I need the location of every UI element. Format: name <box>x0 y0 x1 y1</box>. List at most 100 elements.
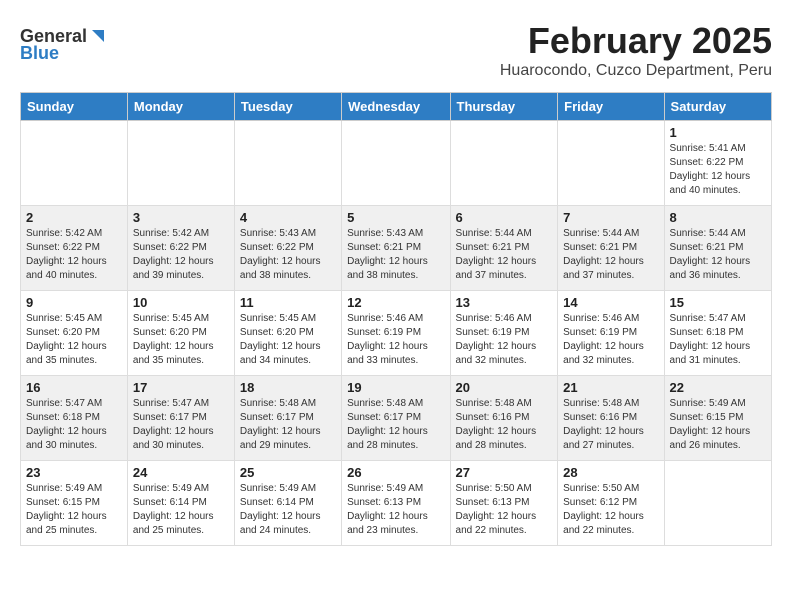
calendar-cell: 19 Sunrise: 5:48 AM Sunset: 6:17 PM Dayli… <box>342 376 450 461</box>
day-info: Sunrise: 5:49 AM Sunset: 6:14 PM Dayligh… <box>133 482 229 538</box>
day-number: 22 <box>670 380 766 395</box>
day-info: Sunrise: 5:49 AM Sunset: 6:14 PM Dayligh… <box>240 482 336 538</box>
day-info: Sunrise: 5:42 AM Sunset: 6:22 PM Dayligh… <box>26 227 122 283</box>
calendar-cell: 24 Sunrise: 5:49 AM Sunset: 6:14 PM Dayli… <box>127 461 234 546</box>
day-info: Sunrise: 5:46 AM Sunset: 6:19 PM Dayligh… <box>347 312 444 368</box>
weekday-header-monday: Monday <box>127 93 234 121</box>
day-info: Sunrise: 5:46 AM Sunset: 6:19 PM Dayligh… <box>456 312 553 368</box>
day-number: 23 <box>26 465 122 480</box>
day-info: Sunrise: 5:49 AM Sunset: 6:15 PM Dayligh… <box>26 482 122 538</box>
day-number: 20 <box>456 380 553 395</box>
day-info: Sunrise: 5:48 AM Sunset: 6:16 PM Dayligh… <box>563 397 658 453</box>
day-number: 4 <box>240 210 336 225</box>
calendar-cell: 22 Sunrise: 5:49 AM Sunset: 6:15 PM Dayli… <box>664 376 771 461</box>
calendar-cell: 7 Sunrise: 5:44 AM Sunset: 6:21 PM Daylig… <box>558 206 664 291</box>
calendar-cell: 12 Sunrise: 5:46 AM Sunset: 6:19 PM Dayli… <box>342 291 450 376</box>
calendar-cell: 25 Sunrise: 5:49 AM Sunset: 6:14 PM Dayli… <box>234 461 341 546</box>
calendar-cell: 2 Sunrise: 5:42 AM Sunset: 6:22 PM Daylig… <box>21 206 128 291</box>
logo: General Blue <box>20 26 104 64</box>
day-number: 7 <box>563 210 658 225</box>
day-number: 6 <box>456 210 553 225</box>
logo-blue-text: Blue <box>20 43 59 64</box>
day-number: 25 <box>240 465 336 480</box>
day-number: 13 <box>456 295 553 310</box>
calendar-cell: 8 Sunrise: 5:44 AM Sunset: 6:21 PM Daylig… <box>664 206 771 291</box>
calendar-cell: 23 Sunrise: 5:49 AM Sunset: 6:15 PM Dayli… <box>21 461 128 546</box>
calendar-cell: 18 Sunrise: 5:48 AM Sunset: 6:17 PM Dayli… <box>234 376 341 461</box>
calendar-cell <box>558 121 664 206</box>
calendar-cell <box>127 121 234 206</box>
logo-triangle-icon <box>88 28 104 44</box>
day-info: Sunrise: 5:45 AM Sunset: 6:20 PM Dayligh… <box>240 312 336 368</box>
calendar-cell: 10 Sunrise: 5:45 AM Sunset: 6:20 PM Dayli… <box>127 291 234 376</box>
day-number: 24 <box>133 465 229 480</box>
day-number: 2 <box>26 210 122 225</box>
day-number: 14 <box>563 295 658 310</box>
day-number: 3 <box>133 210 229 225</box>
day-info: Sunrise: 5:42 AM Sunset: 6:22 PM Dayligh… <box>133 227 229 283</box>
calendar-cell: 5 Sunrise: 5:43 AM Sunset: 6:21 PM Daylig… <box>342 206 450 291</box>
day-info: Sunrise: 5:50 AM Sunset: 6:13 PM Dayligh… <box>456 482 553 538</box>
day-info: Sunrise: 5:48 AM Sunset: 6:17 PM Dayligh… <box>347 397 444 453</box>
weekday-header-wednesday: Wednesday <box>342 93 450 121</box>
day-info: Sunrise: 5:45 AM Sunset: 6:20 PM Dayligh… <box>26 312 122 368</box>
calendar-cell: 13 Sunrise: 5:46 AM Sunset: 6:19 PM Dayli… <box>450 291 558 376</box>
day-info: Sunrise: 5:47 AM Sunset: 6:18 PM Dayligh… <box>670 312 766 368</box>
calendar-cell <box>234 121 341 206</box>
calendar-cell: 15 Sunrise: 5:47 AM Sunset: 6:18 PM Dayli… <box>664 291 771 376</box>
calendar-cell: 14 Sunrise: 5:46 AM Sunset: 6:19 PM Dayli… <box>558 291 664 376</box>
calendar-cell: 9 Sunrise: 5:45 AM Sunset: 6:20 PM Daylig… <box>21 291 128 376</box>
day-number: 26 <box>347 465 444 480</box>
calendar-cell <box>450 121 558 206</box>
weekday-header-friday: Friday <box>558 93 664 121</box>
calendar-header: February 2025 Huarocondo, Cuzco Departme… <box>20 20 772 80</box>
day-info: Sunrise: 5:45 AM Sunset: 6:20 PM Dayligh… <box>133 312 229 368</box>
day-info: Sunrise: 5:46 AM Sunset: 6:19 PM Dayligh… <box>563 312 658 368</box>
day-info: Sunrise: 5:49 AM Sunset: 6:15 PM Dayligh… <box>670 397 766 453</box>
day-number: 10 <box>133 295 229 310</box>
calendar-cell: 1 Sunrise: 5:41 AM Sunset: 6:22 PM Daylig… <box>664 121 771 206</box>
calendar-cell: 17 Sunrise: 5:47 AM Sunset: 6:17 PM Dayli… <box>127 376 234 461</box>
calendar-cell: 6 Sunrise: 5:44 AM Sunset: 6:21 PM Daylig… <box>450 206 558 291</box>
day-number: 12 <box>347 295 444 310</box>
day-info: Sunrise: 5:47 AM Sunset: 6:18 PM Dayligh… <box>26 397 122 453</box>
calendar-subtitle: Huarocondo, Cuzco Department, Peru <box>20 62 772 80</box>
calendar-cell: 4 Sunrise: 5:43 AM Sunset: 6:22 PM Daylig… <box>234 206 341 291</box>
weekday-header-tuesday: Tuesday <box>234 93 341 121</box>
day-number: 15 <box>670 295 766 310</box>
day-info: Sunrise: 5:43 AM Sunset: 6:22 PM Dayligh… <box>240 227 336 283</box>
day-info: Sunrise: 5:43 AM Sunset: 6:21 PM Dayligh… <box>347 227 444 283</box>
calendar-cell: 26Sunrise: 5:49 AM Sunset: 6:13 PM Dayli… <box>342 461 450 546</box>
calendar-cell <box>664 461 771 546</box>
weekday-header-thursday: Thursday <box>450 93 558 121</box>
day-info: Sunrise: 5:47 AM Sunset: 6:17 PM Dayligh… <box>133 397 229 453</box>
calendar-cell: 27Sunrise: 5:50 AM Sunset: 6:13 PM Dayli… <box>450 461 558 546</box>
calendar-cell <box>21 121 128 206</box>
day-info: Sunrise: 5:44 AM Sunset: 6:21 PM Dayligh… <box>563 227 658 283</box>
calendar-cell: 28 Sunrise: 5:50 AM Sunset: 6:12 PM Dayli… <box>558 461 664 546</box>
day-info: Sunrise: 5:48 AM Sunset: 6:17 PM Dayligh… <box>240 397 336 453</box>
day-number: 19 <box>347 380 444 395</box>
calendar-cell: 20 Sunrise: 5:48 AM Sunset: 6:16 PM Dayli… <box>450 376 558 461</box>
calendar-title: February 2025 <box>20 20 772 62</box>
day-number: 18 <box>240 380 336 395</box>
calendar-cell <box>342 121 450 206</box>
day-number: 9 <box>26 295 122 310</box>
weekday-header-sunday: Sunday <box>21 93 128 121</box>
day-number: 17 <box>133 380 229 395</box>
day-info: Sunrise: 5:48 AM Sunset: 6:16 PM Dayligh… <box>456 397 553 453</box>
day-number: 28 <box>563 465 658 480</box>
day-info: Sunrise: 5:44 AM Sunset: 6:21 PM Dayligh… <box>670 227 766 283</box>
day-number: 16 <box>26 380 122 395</box>
day-number: 1 <box>670 125 766 140</box>
day-number: 5 <box>347 210 444 225</box>
day-info: Sunrise: 5:50 AM Sunset: 6:12 PM Dayligh… <box>563 482 658 538</box>
day-info: Sunrise: 5:41 AM Sunset: 6:22 PM Dayligh… <box>670 142 766 198</box>
calendar-cell: 16 Sunrise: 5:47 AM Sunset: 6:18 PM Dayli… <box>21 376 128 461</box>
day-number: 8 <box>670 210 766 225</box>
weekday-header-saturday: Saturday <box>664 93 771 121</box>
calendar-cell: 3 Sunrise: 5:42 AM Sunset: 6:22 PM Daylig… <box>127 206 234 291</box>
calendar-cell: 11Sunrise: 5:45 AM Sunset: 6:20 PM Dayli… <box>234 291 341 376</box>
day-number: 21 <box>563 380 658 395</box>
day-info: Sunrise: 5:44 AM Sunset: 6:21 PM Dayligh… <box>456 227 553 283</box>
